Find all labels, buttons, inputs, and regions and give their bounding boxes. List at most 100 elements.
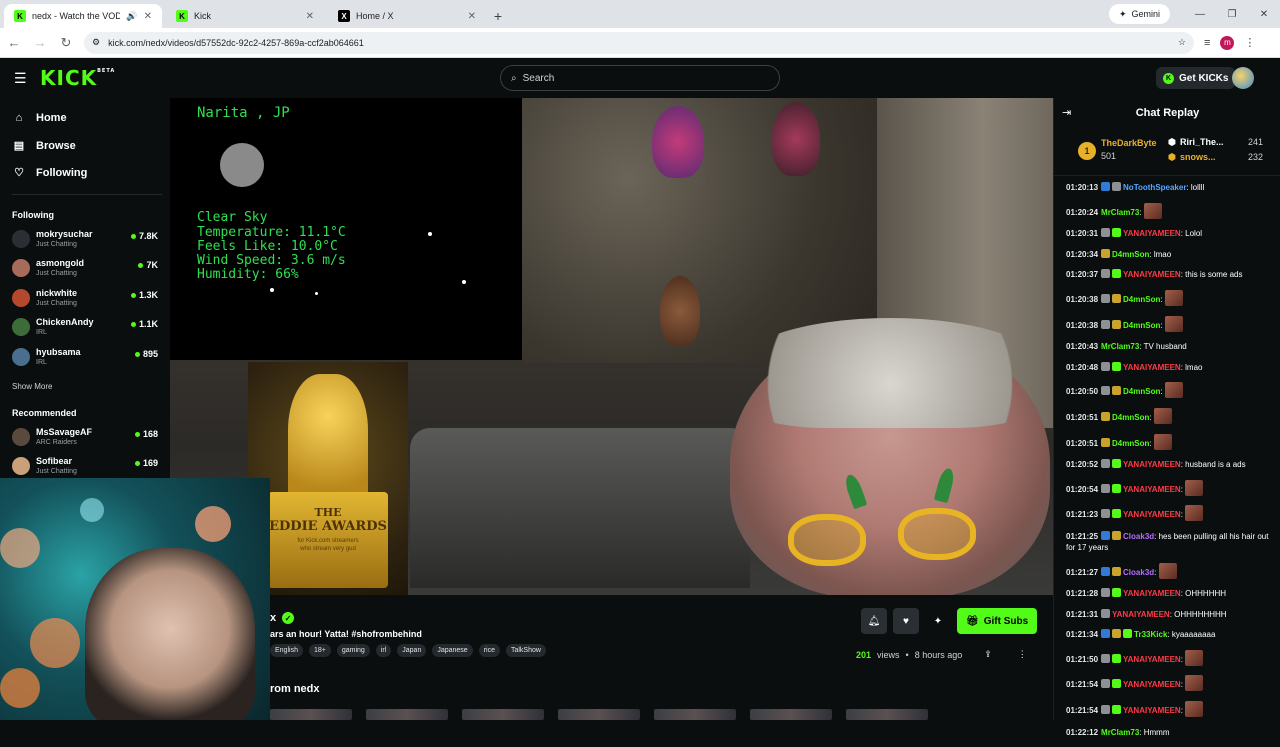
follow-heart-button[interactable]: ♥ [893,608,919,634]
new-tab-button[interactable]: + [486,4,510,28]
following-channel[interactable]: hyubsama IRL 895 [10,345,160,371]
chat-username[interactable]: D4mnSon [1112,413,1149,422]
chat-username[interactable]: YANAIYAMEEN [1123,229,1181,238]
minimize-icon[interactable]: — [1184,0,1216,28]
tag[interactable]: Japanese [432,644,473,657]
close-window-icon[interactable]: ✕ [1248,0,1280,28]
gifter-name[interactable]: snows... [1180,152,1216,162]
tag[interactable]: Japan [397,644,427,657]
tag[interactable]: irl [375,644,392,657]
green-badge-icon [1123,629,1133,639]
get-kicks-label: Get KICKs [1179,72,1229,84]
close-tab-icon[interactable]: ✕ [306,11,314,22]
sparkle-button[interactable]: ✦ [925,608,951,634]
chat-username[interactable]: MrClam73 [1101,342,1139,351]
views-label: views [877,649,900,660]
sidebar-item-following[interactable]: ♡ Following [12,166,87,180]
following-channel[interactable]: mokrysuchar Just Chatting 7.8K [10,227,160,253]
gift-subs-button[interactable]: 🎁︎ Gift Subs [957,608,1038,634]
sidebar-item-home[interactable]: ⌂ Home [12,112,67,124]
show-more-link[interactable]: Show More [12,382,52,391]
video-thumbnail[interactable] [846,709,928,720]
tag[interactable]: gaming [336,644,370,657]
back-icon[interactable]: ← [2,31,26,55]
kick-logo[interactable]: KICKBETA [40,66,115,90]
share-icon[interactable]: ⇪ [984,649,992,660]
chat-username[interactable]: D4mnSon [1112,250,1149,259]
chat-username[interactable]: YANAIYAMEEN [1123,589,1181,598]
chat-username[interactable]: MrClam73 [1101,208,1139,217]
chat-username[interactable]: YANAIYAMEEN [1112,610,1170,619]
user-avatar[interactable] [1232,67,1254,89]
site-info-icon[interactable]: ⚙ [92,37,100,48]
chat-username[interactable]: D4mnSon [1123,387,1160,396]
chat-username[interactable]: D4mnSon [1123,321,1160,330]
tag[interactable]: TalkShow [505,644,546,657]
notification-bell-button[interactable]: 🔔︎ [861,608,887,634]
media-control-icon[interactable]: ≡ [1204,37,1210,49]
chat-username[interactable]: YANAIYAMEEN [1123,485,1181,494]
tag[interactable]: rice [478,644,500,657]
profile-avatar[interactable]: m [1220,35,1235,50]
weather-humidity: Humidity: 66% [197,267,299,282]
channel-name[interactable]: x [270,612,276,624]
chat-message: 01:21:54 YANAIYAMEEN: [1066,675,1276,692]
maximize-icon[interactable]: ❐ [1216,0,1248,28]
video-thumbnail[interactable] [270,709,352,720]
chat-username[interactable]: D4mnSon [1112,439,1149,448]
search-input[interactable]: ⌕ Search [500,65,780,91]
close-tab-icon[interactable]: ✕ [144,11,152,22]
gifter-name[interactable]: TheDarkByte [1101,138,1157,148]
hamburger-menu-icon[interactable]: ☰ [14,70,27,87]
following-channel[interactable]: ChickenAndy IRL 1.1K [10,315,160,341]
chat-username[interactable]: YANAIYAMEEN [1123,270,1181,279]
chat-username[interactable]: D4mnSon [1123,295,1160,304]
video-player[interactable]: Narita , JP Clear Sky Temperature: 11.1°… [170,98,1053,595]
browser-menu-icon[interactable]: ⋮ [1244,36,1255,49]
video-thumbnail[interactable] [654,709,736,720]
chat-username[interactable]: YANAIYAMEEN [1123,363,1181,372]
get-kicks-button[interactable]: K Get KICKs [1156,67,1236,89]
channel-name: hyubsama [36,347,81,357]
speaker-icon[interactable]: 🔊 [126,11,137,22]
chat-messages: 01:20:13 NoToothSpeaker: lollll 01:20:24 Mr… [1066,182,1276,747]
browser-tab-nedx[interactable]: K nedx - Watch the VOD on 🔊 ✕ [4,4,162,28]
forward-icon[interactable]: → [28,31,52,55]
following-channel[interactable]: asmongold Just Chatting 7K [10,256,160,282]
chat-username[interactable]: Tr33Kick [1134,630,1167,639]
chat-username[interactable]: YANAIYAMEEN [1123,706,1181,715]
video-thumbnail[interactable] [366,709,448,720]
close-tab-icon[interactable]: ✕ [468,11,476,22]
gemini-button[interactable]: ✦ Gemini [1108,4,1170,24]
video-thumbnail[interactable] [462,709,544,720]
tag[interactable]: English [270,644,303,657]
following-channel[interactable]: nickwhite Just Chatting 1.3K [10,286,160,312]
more-options-icon[interactable]: ⋮ [1018,649,1027,660]
recommended-channel[interactable]: Sofibear Just Chatting 169 [10,454,160,480]
chat-username[interactable]: YANAIYAMEEN [1123,655,1181,664]
chat-message: 01:20:52 YANAIYAMEEN: husband is a ads [1066,459,1276,470]
bookmark-star-icon[interactable]: ☆ [1178,37,1186,48]
blue-badge-icon [1101,182,1111,191]
gifter-name[interactable]: Riri_The... [1180,137,1224,147]
message-timestamp: 01:21:27 [1066,567,1099,577]
address-bar[interactable]: ⚙ kick.com/nedx/videos/d57552dc-92c2-425… [84,31,1194,54]
chat-message: 01:21:34 Tr33Kick: kyaaaaaaaa [1066,629,1276,640]
chat-username[interactable]: YANAIYAMEEN [1123,510,1181,519]
browser-tab-kick[interactable]: K Kick ✕ [166,4,324,28]
sidebar-item-browse[interactable]: ▤ Browse [12,139,76,153]
reload-icon[interactable]: ↻ [54,31,78,55]
chat-message: 01:20:51 D4mnSon: [1066,433,1276,450]
chat-username[interactable]: YANAIYAMEEN [1123,680,1181,689]
chat-username[interactable]: YANAIYAMEEN [1123,460,1181,469]
video-thumbnail[interactable] [750,709,832,720]
gold-badge-icon [1112,293,1122,303]
chat-username[interactable]: Cloak3d [1123,568,1154,577]
video-thumbnail[interactable] [558,709,640,720]
recommended-channel[interactable]: MsSavageAF ARC Raiders 168 [10,425,160,451]
browser-tab-x[interactable]: X Home / X ✕ [328,4,486,28]
chat-username[interactable]: NoToothSpeaker [1123,183,1186,192]
chat-username[interactable]: MrClam73 [1101,728,1139,737]
tag[interactable]: 18+ [308,644,331,657]
chat-username[interactable]: Cloak3d [1123,532,1154,541]
